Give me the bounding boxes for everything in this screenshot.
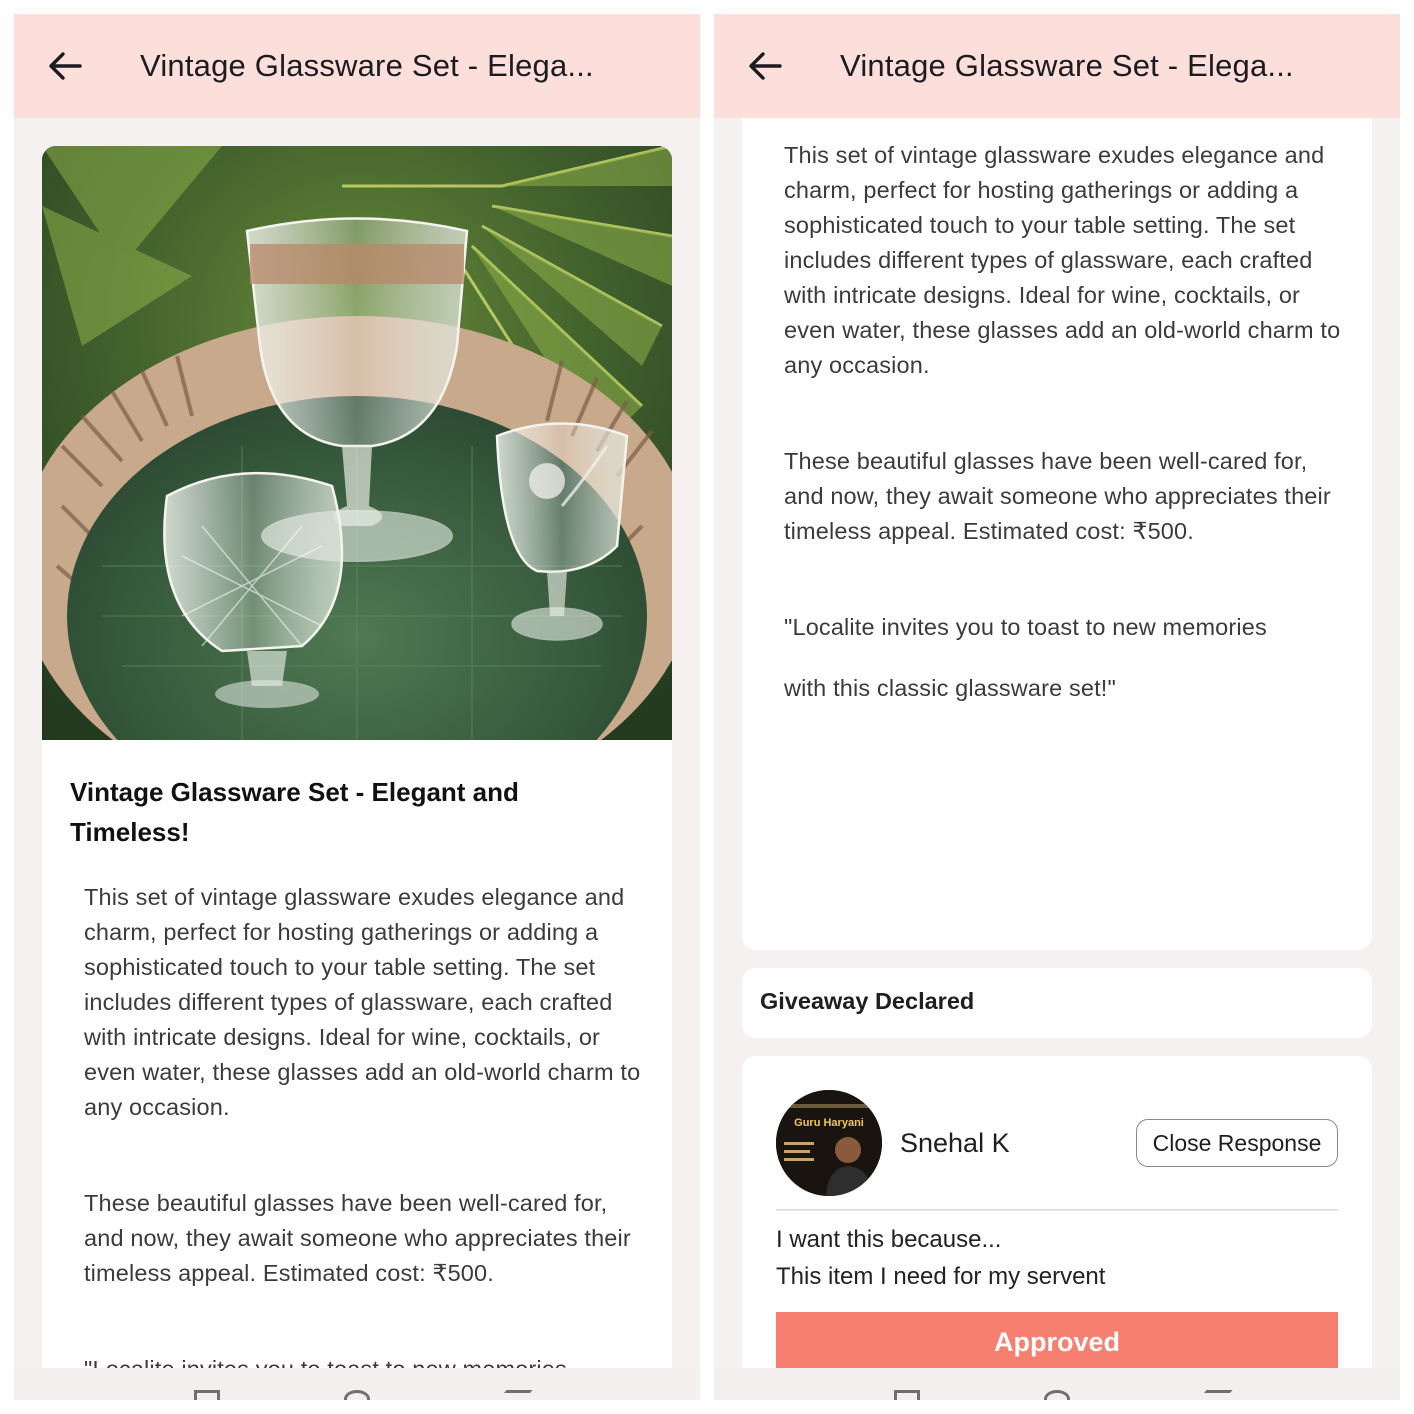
product-image[interactable] — [42, 146, 672, 740]
reason-text: This item I need for my servent — [776, 1263, 1106, 1290]
back-arrow-icon[interactable] — [740, 41, 790, 91]
avatar-text: Guru Haryani — [794, 1117, 864, 1129]
giveaway-status-card: Giveaway Declared — [742, 968, 1372, 1038]
app-bar-title: Vintage Glassware Set - Elega... — [140, 48, 594, 83]
listing-card: Vintage Glassware Set - Elegant and Time… — [42, 146, 672, 1400]
home-icon[interactable] — [344, 1390, 370, 1400]
left-screen: Vintage Glassware Set - Elega... Vintage… — [14, 14, 700, 1400]
app-bar: Vintage Glassware Set - Elega... — [714, 14, 1400, 118]
description-paragraph-2: These beautiful glasses have been well-c… — [784, 448, 1331, 544]
recents-icon[interactable] — [894, 1390, 920, 1400]
description-card: This set of vintage glassware exudes ele… — [742, 118, 1372, 950]
nav-back-icon[interactable] — [1191, 1390, 1233, 1400]
approved-button[interactable]: Approved — [776, 1312, 1338, 1372]
system-nav-bar — [714, 1368, 1400, 1400]
app-bar-title: Vintage Glassware Set - Elega... — [840, 48, 1294, 83]
app-bar: Vintage Glassware Set - Elega... — [14, 14, 700, 118]
back-arrow-icon[interactable] — [40, 41, 90, 91]
recents-icon[interactable] — [194, 1390, 220, 1400]
divider — [776, 1209, 1338, 1211]
system-nav-bar — [14, 1368, 700, 1400]
response-card: Guru Haryani Snehal K Close Response I w… — [742, 1056, 1372, 1396]
nav-back-icon[interactable] — [491, 1390, 533, 1400]
user-name: Snehal K — [900, 1128, 1010, 1158]
right-screen: Vintage Glassware Set - Elega... This se… — [714, 14, 1400, 1400]
description-paragraph-2: These beautiful glasses have been well-c… — [84, 1190, 631, 1286]
description-paragraph-1: This set of vintage glassware exudes ele… — [84, 884, 641, 1120]
close-response-button[interactable]: Close Response — [1136, 1119, 1338, 1167]
avatar[interactable]: Guru Haryani — [776, 1090, 882, 1196]
description-paragraph-1: This set of vintage glassware exudes ele… — [784, 142, 1341, 378]
home-icon[interactable] — [1044, 1390, 1070, 1400]
quote-line-1: "Localite invites you to toast to new me… — [784, 614, 1267, 640]
quote-line-2: with this classic glassware set!" — [784, 675, 1116, 701]
reason-label: I want this because... — [776, 1226, 1002, 1253]
giveaway-status-label: Giveaway Declared — [760, 988, 975, 1014]
screenshot-canvas: Vintage Glassware Set - Elega... Vintage… — [0, 0, 1414, 1414]
listing-title: Vintage Glassware Set - Elegant and Time… — [70, 777, 519, 847]
